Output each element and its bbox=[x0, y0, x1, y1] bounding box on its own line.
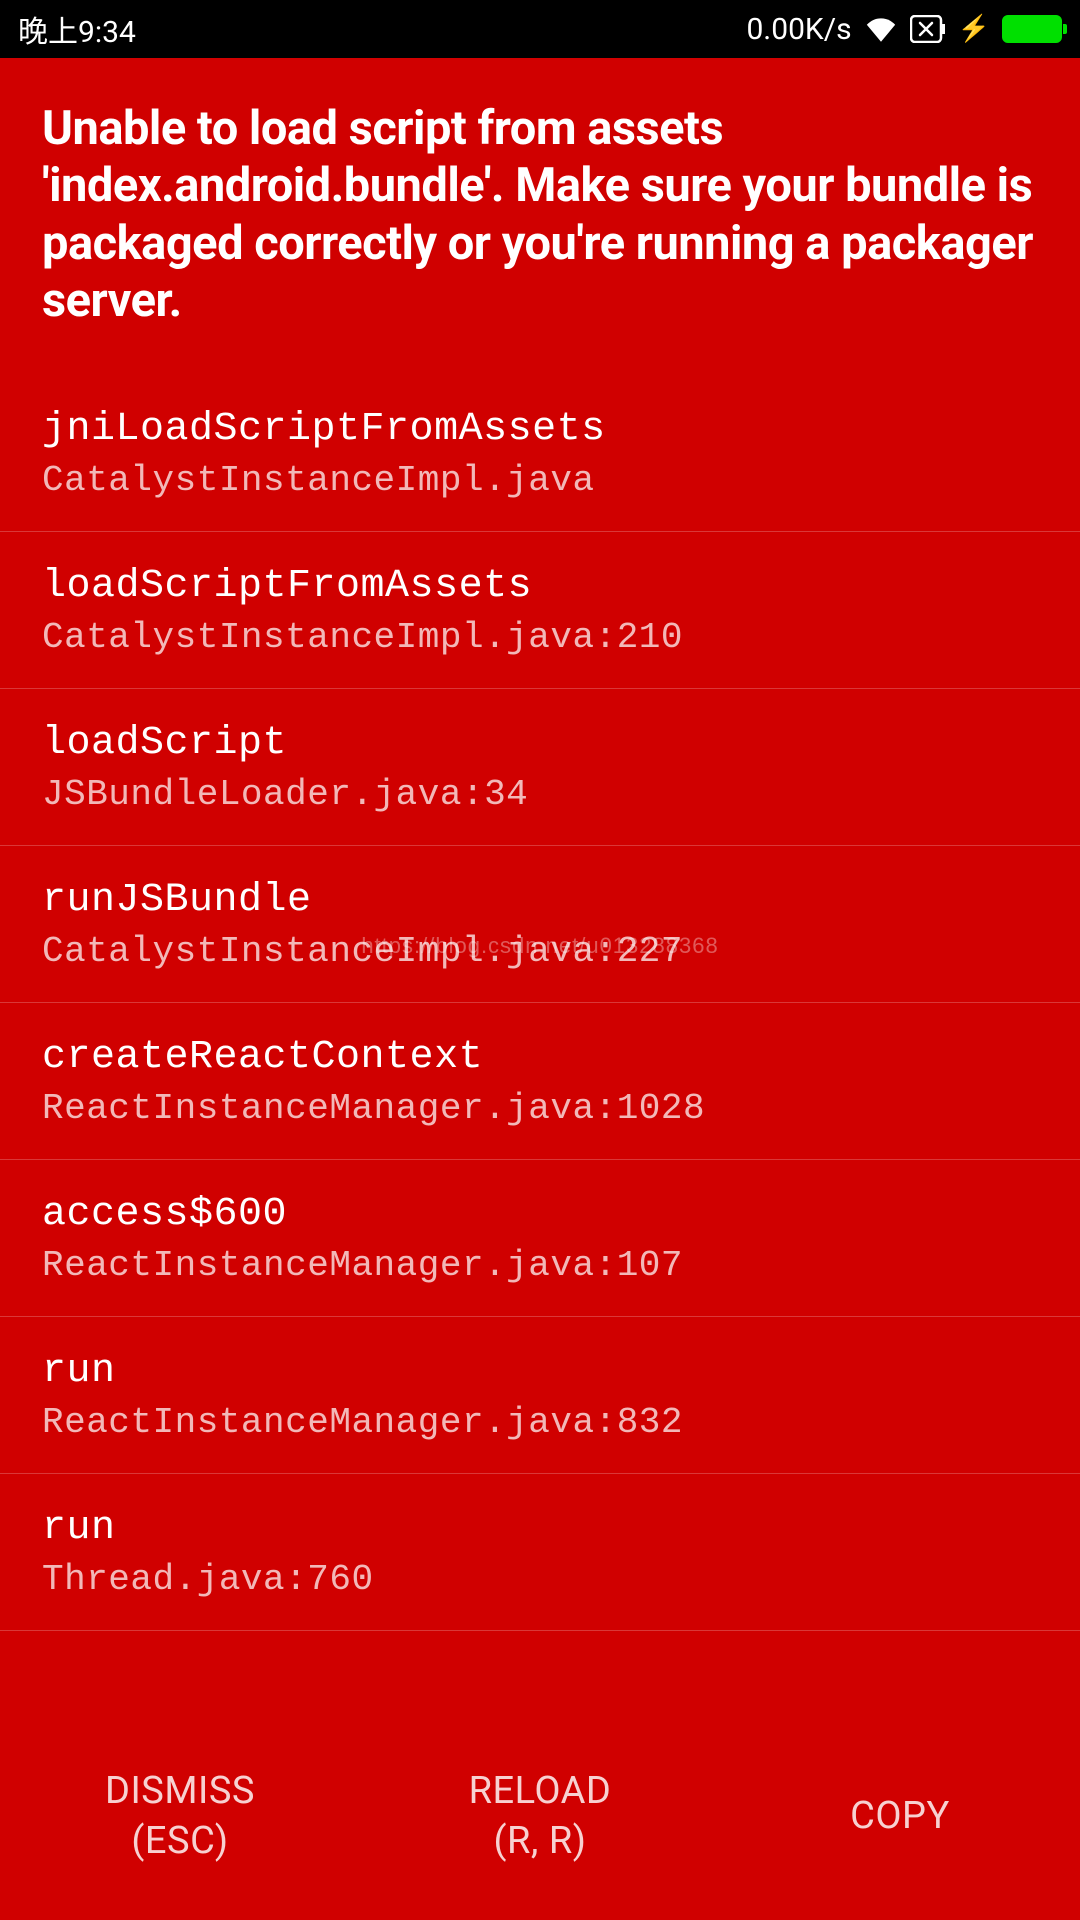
action-bar: DISMISS (ESC) RELOAD (R, R) COPY bbox=[0, 1727, 1080, 1920]
battery-alert-icon bbox=[910, 15, 946, 43]
dismiss-button[interactable]: DISMISS (ESC) bbox=[0, 1767, 360, 1866]
stack-trace-list[interactable]: jniLoadScriptFromAssets CatalystInstance… bbox=[0, 365, 1080, 1727]
stack-method: jniLoadScriptFromAssets bbox=[42, 407, 1038, 452]
stack-method: runJSBundle bbox=[42, 878, 1038, 923]
stack-frame[interactable]: createReactContext ReactInstanceManager.… bbox=[0, 1003, 1080, 1160]
copy-button[interactable]: COPY bbox=[720, 1792, 1080, 1841]
error-title: Unable to load script from assets 'index… bbox=[42, 100, 1038, 329]
stack-location: ReactInstanceManager.java:1028 bbox=[42, 1088, 1038, 1129]
stack-method: loadScriptFromAssets bbox=[42, 564, 1038, 609]
dismiss-label: DISMISS bbox=[105, 1767, 255, 1816]
battery-icon bbox=[1002, 15, 1062, 43]
stack-location: CatalystInstanceImpl.java:227 bbox=[42, 931, 1038, 972]
reload-shortcut: (R, R) bbox=[494, 1817, 587, 1866]
charging-icon: ⚡ bbox=[958, 14, 990, 44]
stack-method: loadScript bbox=[42, 721, 1038, 766]
copy-label: COPY bbox=[850, 1792, 950, 1841]
stack-frame[interactable]: loadScriptFromAssets CatalystInstanceImp… bbox=[0, 532, 1080, 689]
wifi-icon bbox=[864, 16, 898, 42]
stack-frame[interactable]: run ReactInstanceManager.java:832 bbox=[0, 1317, 1080, 1474]
status-bar: 晚上9:34 0.00K/s ⚡ bbox=[0, 0, 1080, 58]
stack-location: ReactInstanceManager.java:107 bbox=[42, 1245, 1038, 1286]
stack-method: access$600 bbox=[42, 1192, 1038, 1237]
stack-frame[interactable]: runJSBundle CatalystInstanceImpl.java:22… bbox=[0, 846, 1080, 1003]
stack-location: Thread.java:760 bbox=[42, 1559, 1038, 1600]
stack-location: ReactInstanceManager.java:832 bbox=[42, 1402, 1038, 1443]
stack-location: CatalystInstanceImpl.java:210 bbox=[42, 617, 1038, 658]
status-time: 晚上9:34 bbox=[18, 7, 136, 51]
network-speed: 0.00K/s bbox=[746, 12, 851, 47]
stack-location: JSBundleLoader.java:34 bbox=[42, 774, 1038, 815]
stack-frame[interactable]: jniLoadScriptFromAssets CatalystInstance… bbox=[0, 365, 1080, 532]
stack-frame[interactable]: loadScript JSBundleLoader.java:34 bbox=[0, 689, 1080, 846]
stack-method: run bbox=[42, 1506, 1038, 1551]
clock-text: 晚上9:34 bbox=[18, 7, 136, 51]
stack-method: createReactContext bbox=[42, 1035, 1038, 1080]
stack-frame[interactable]: access$600 ReactInstanceManager.java:107 bbox=[0, 1160, 1080, 1317]
stack-frame[interactable]: run Thread.java:760 bbox=[0, 1474, 1080, 1631]
reload-button[interactable]: RELOAD (R, R) bbox=[360, 1767, 720, 1866]
stack-location: CatalystInstanceImpl.java bbox=[42, 460, 1038, 501]
status-indicators: 0.00K/s ⚡ bbox=[746, 12, 1062, 47]
dismiss-shortcut: (ESC) bbox=[131, 1817, 228, 1866]
error-header: Unable to load script from assets 'index… bbox=[0, 58, 1080, 365]
reload-label: RELOAD bbox=[469, 1767, 612, 1816]
stack-method: run bbox=[42, 1349, 1038, 1394]
